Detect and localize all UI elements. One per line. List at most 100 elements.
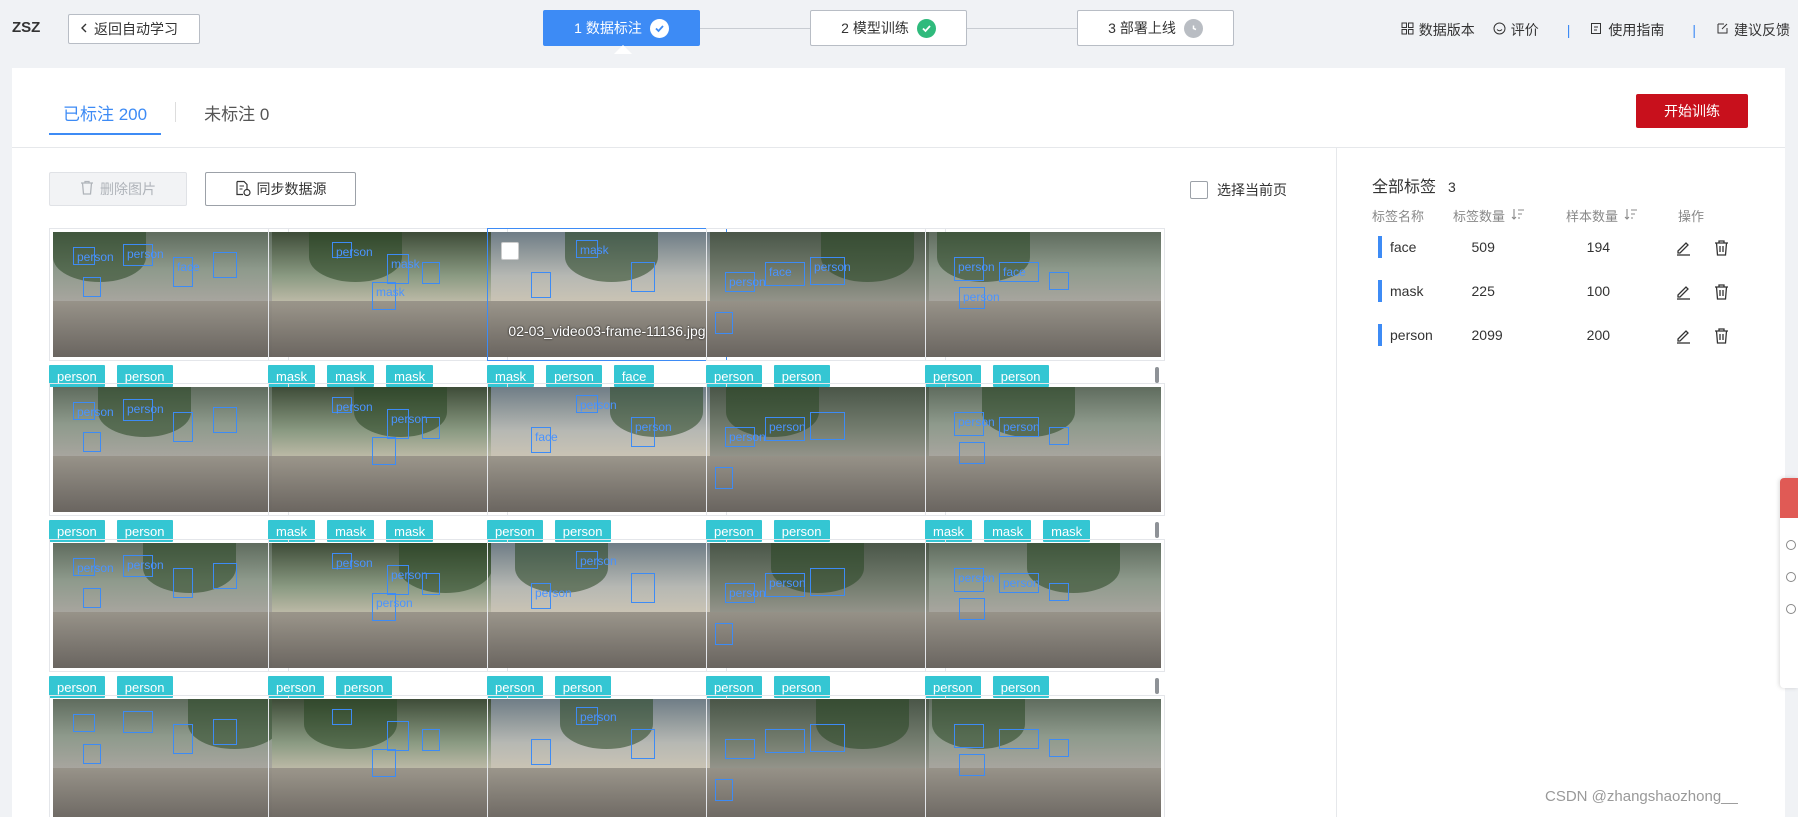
bounding-box bbox=[765, 729, 805, 753]
select-page-checkbox[interactable] bbox=[1190, 181, 1208, 199]
image-thumbnail[interactable]: person person bbox=[268, 383, 508, 516]
image-card[interactable]: person person mask mask mask bbox=[925, 383, 1165, 542]
step-label: 1 数据标注 bbox=[574, 20, 642, 36]
tab-labeled[interactable]: 已标注 200 bbox=[49, 100, 162, 135]
bounding-box-label: person bbox=[729, 275, 766, 289]
trash-icon[interactable] bbox=[1711, 325, 1731, 345]
image-card[interactable]: person mask mask mask mask mask bbox=[268, 228, 508, 387]
photo-ground bbox=[929, 455, 1161, 512]
photo-ground bbox=[929, 300, 1161, 357]
trash-icon[interactable] bbox=[1711, 237, 1731, 257]
image-thumbnail[interactable]: person person bbox=[49, 383, 289, 516]
image-card[interactable]: person person person person bbox=[706, 539, 946, 698]
tags-scrollbar[interactable] bbox=[1155, 522, 1159, 538]
col-label-count[interactable]: 标签数量 bbox=[1453, 206, 1566, 225]
image-thumbnail[interactable] bbox=[706, 695, 946, 817]
bounding-box bbox=[959, 754, 985, 776]
image-card[interactable] bbox=[706, 695, 946, 817]
label-status-tabs: 已标注 200 未标注 0 bbox=[49, 100, 283, 135]
image-card[interactable]: person person person person bbox=[487, 539, 727, 698]
rate-link[interactable]: 评价 bbox=[1493, 20, 1539, 40]
edit-icon[interactable] bbox=[1673, 237, 1693, 257]
image-thumbnail[interactable]: person face person bbox=[925, 228, 1165, 361]
edit-icon bbox=[1716, 22, 1729, 38]
image-card[interactable]: person person person person bbox=[49, 383, 289, 542]
annotated-photo bbox=[53, 699, 285, 817]
sync-datasource-button[interactable]: 同步数据源 bbox=[205, 172, 356, 206]
side-toolbar-icon[interactable] bbox=[1786, 604, 1796, 614]
step-model-training[interactable]: 2 模型训练 bbox=[810, 10, 967, 46]
image-thumbnail[interactable]: person person bbox=[487, 539, 727, 672]
back-button[interactable]: 返回自动学习 bbox=[68, 14, 200, 44]
tab-unlabeled[interactable]: 未标注 0 bbox=[190, 100, 283, 135]
bounding-box bbox=[213, 563, 237, 589]
image-thumbnail[interactable]: person person bbox=[706, 383, 946, 516]
start-training-button[interactable]: 开始训练 bbox=[1636, 94, 1748, 128]
bounding-box bbox=[422, 573, 440, 595]
bounding-box bbox=[213, 407, 237, 433]
image-card[interactable]: person face person person person bbox=[706, 228, 946, 387]
separator: | bbox=[1692, 22, 1696, 38]
image-thumbnail[interactable]: person person bbox=[706, 539, 946, 672]
image-card[interactable]: person person person person bbox=[925, 539, 1165, 698]
photo-ground bbox=[53, 767, 285, 817]
image-thumbnail[interactable]: person person bbox=[925, 539, 1165, 672]
image-card[interactable]: person face person person person bbox=[487, 383, 727, 542]
image-card[interactable]: person person mask mask mask bbox=[268, 383, 508, 542]
photo-ground bbox=[491, 611, 723, 668]
feedback-link[interactable]: 建议反馈 bbox=[1716, 20, 1790, 40]
photo-ground bbox=[929, 611, 1161, 668]
floating-side-toolbar[interactable] bbox=[1780, 478, 1798, 688]
guide-link[interactable]: 使用指南 bbox=[1590, 20, 1664, 40]
panel-divider bbox=[1336, 148, 1337, 817]
tags-scrollbar[interactable] bbox=[1155, 367, 1159, 383]
bounding-box bbox=[173, 568, 193, 598]
image-thumbnail[interactable] bbox=[925, 695, 1165, 817]
delete-images-button[interactable]: 删除图片 bbox=[49, 172, 187, 206]
trash-icon bbox=[80, 180, 94, 198]
image-thumbnail[interactable]: person bbox=[487, 695, 727, 817]
image-thumbnail[interactable] bbox=[268, 695, 508, 817]
image-thumbnail[interactable]: person face person bbox=[706, 228, 946, 361]
image-card[interactable]: person person person person person bbox=[268, 539, 508, 698]
image-thumbnail[interactable]: mask 02-03_video03-frame-11136.jpg bbox=[487, 228, 727, 361]
data-version-link[interactable]: 数据版本 bbox=[1401, 20, 1475, 40]
sort-icon[interactable] bbox=[1624, 208, 1638, 223]
image-card[interactable]: mask 02-03_video03-frame-11136.jpg mask per… bbox=[487, 228, 727, 387]
image-select-checkbox[interactable] bbox=[501, 242, 519, 260]
annotated-photo: person person bbox=[929, 543, 1161, 668]
image-thumbnail[interactable] bbox=[49, 695, 289, 817]
top-actions: 数据版本 评价 | 使用指南 | 建议反馈 bbox=[1383, 20, 1790, 40]
image-card[interactable]: person person face person person bbox=[49, 228, 289, 387]
image-thumbnail[interactable]: person person bbox=[49, 539, 289, 672]
image-card[interactable] bbox=[268, 695, 508, 817]
col-sample-count[interactable]: 样本数量 bbox=[1566, 206, 1678, 225]
edit-icon[interactable] bbox=[1673, 281, 1693, 301]
select-current-page[interactable]: 选择当前页 bbox=[1190, 180, 1287, 200]
image-card[interactable]: person person person person bbox=[49, 539, 289, 698]
image-card[interactable]: person person person person bbox=[706, 383, 946, 542]
photo-ground bbox=[53, 300, 285, 357]
image-thumbnail[interactable]: person person person bbox=[268, 539, 508, 672]
side-toolbar-active-item[interactable] bbox=[1780, 478, 1798, 518]
image-thumbnail[interactable]: person person face bbox=[49, 228, 289, 361]
step-deploy[interactable]: 3 部署上线 bbox=[1077, 10, 1234, 46]
trash-icon[interactable] bbox=[1711, 281, 1731, 301]
image-card[interactable] bbox=[925, 695, 1165, 817]
side-toolbar-icon[interactable] bbox=[1786, 540, 1796, 550]
image-thumbnail[interactable]: person mask mask bbox=[268, 228, 508, 361]
label-actions bbox=[1673, 281, 1752, 301]
bounding-box-label: person bbox=[535, 586, 572, 600]
image-card[interactable]: person face person person person bbox=[925, 228, 1165, 387]
image-card[interactable]: person bbox=[487, 695, 727, 817]
side-toolbar-icon[interactable] bbox=[1786, 572, 1796, 582]
image-card[interactable] bbox=[49, 695, 289, 817]
tags-scrollbar[interactable] bbox=[1155, 678, 1159, 694]
edit-icon[interactable] bbox=[1673, 325, 1693, 345]
delete-images-label: 删除图片 bbox=[100, 181, 156, 197]
step-data-labeling[interactable]: 1 数据标注 bbox=[543, 10, 700, 54]
image-thumbnail[interactable]: person person bbox=[925, 383, 1165, 516]
image-thumbnail[interactable]: person face person bbox=[487, 383, 727, 516]
bounding-box-label: face bbox=[769, 265, 792, 279]
sort-icon[interactable] bbox=[1511, 208, 1525, 223]
